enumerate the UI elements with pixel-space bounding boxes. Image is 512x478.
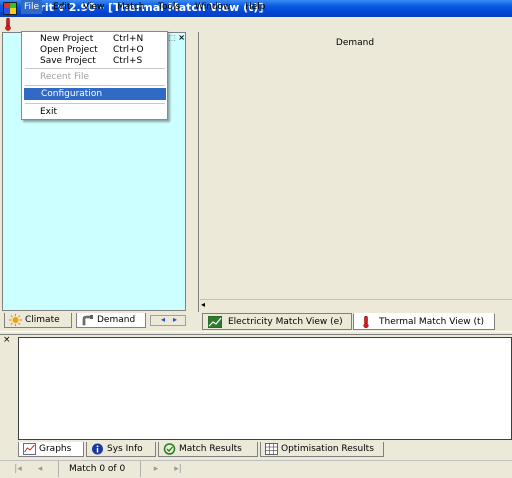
tab-graphs[interactable]: Graphs <box>18 442 84 457</box>
status-separator <box>58 461 59 477</box>
graph-icon <box>23 443 36 455</box>
tab-electricity-match-view[interactable]: Electricity Match View (e) <box>202 313 352 330</box>
panel-splitter[interactable] <box>0 331 512 335</box>
arrow-left-icon[interactable]: ◂ <box>161 315 165 324</box>
last-match-icon[interactable]: ▸| <box>172 463 184 475</box>
horizontal-scrollbar[interactable] <box>200 299 512 311</box>
thermometer-icon <box>363 316 369 328</box>
tab-graphs-label: Graphs <box>39 444 72 454</box>
pin-icon[interactable]: ⬚ <box>168 33 176 42</box>
close-icon[interactable]: × <box>3 336 11 345</box>
info-icon <box>92 443 103 455</box>
tab-demand-label: Demand <box>97 315 136 325</box>
tab-match-results-label: Match Results <box>179 444 242 454</box>
menu-item-recent-file[interactable]: Recent File <box>23 71 166 83</box>
app-icon[interactable] <box>3 2 17 15</box>
table-icon <box>265 443 278 455</box>
tab-electricity-label: Electricity Match View (e) <box>228 317 343 327</box>
match-results-icon <box>163 443 176 455</box>
tab-thermal-match-view[interactable]: Thermal Match View (t) <box>353 313 495 330</box>
view-tabs: Electricity Match View (e) Thermal Match… <box>198 313 512 331</box>
arrow-right-icon[interactable]: ▸ <box>173 315 177 324</box>
menu-item-label: Save Project <box>40 56 96 66</box>
menu-separator <box>25 103 165 104</box>
menu-separator <box>25 68 165 69</box>
menu-item-save-project[interactable]: Save Project Ctrl+S <box>23 55 166 67</box>
tab-sys-info[interactable]: Sys Info <box>86 442 156 457</box>
menu-item-shortcut: Ctrl+S <box>113 56 143 66</box>
tab-optimisation-results[interactable]: Optimisation Results <box>260 442 384 457</box>
menu-bar <box>0 17 512 31</box>
menu-help[interactable]: Help <box>242 0 269 14</box>
menu-window[interactable]: Window <box>192 0 234 14</box>
output-panel[interactable] <box>18 337 512 440</box>
menu-file[interactable]: File <box>21 0 43 14</box>
tab-thermal-label: Thermal Match View (t) <box>379 317 485 327</box>
tab-match-results[interactable]: Match Results <box>158 442 258 457</box>
tab-optimisation-label: Optimisation Results <box>281 444 374 454</box>
scroll-left-icon[interactable]: ◂ <box>201 300 211 310</box>
tab-scroll-arrows[interactable]: ◂ ▸ <box>150 315 186 326</box>
tab-sys-info-label: Sys Info <box>107 444 143 454</box>
tab-climate-label: Climate <box>25 315 60 325</box>
status-separator <box>140 461 141 477</box>
menu-separator <box>25 85 165 86</box>
menu-item-label: Exit <box>40 107 58 117</box>
next-match-icon[interactable]: ▸ <box>150 463 162 475</box>
previous-match-icon[interactable]: ◂ <box>34 463 46 475</box>
electricity-chart-icon <box>208 316 222 328</box>
tap-icon <box>82 315 93 326</box>
first-match-icon[interactable]: |◂ <box>12 463 24 475</box>
output-tabs: Graphs Sys Info Match Results Optimisati… <box>18 442 512 457</box>
thermometer-icon[interactable] <box>2 17 14 31</box>
close-icon[interactable]: × <box>178 33 185 42</box>
match-counter: Match 0 of 0 <box>69 464 126 474</box>
sun-icon <box>9 314 22 326</box>
menu-item-configuration[interactable]: Configuration <box>24 88 166 100</box>
menu-match[interactable]: Match <box>114 0 147 14</box>
file-menu-dropdown: New Project Ctrl+N Open Project Ctrl+O S… <box>21 31 168 120</box>
menu-item-exit[interactable]: Exit <box>23 106 166 118</box>
left-pane-controls: ⬚ × <box>165 33 185 42</box>
menu-item-label: Configuration <box>41 89 103 99</box>
view-title: Demand <box>335 38 375 48</box>
menu-edit[interactable]: Edit <box>50 0 73 14</box>
menu-tools[interactable]: Tools <box>155 0 183 14</box>
match-view-pane[interactable] <box>198 32 512 312</box>
tab-climate[interactable]: Climate <box>4 313 72 328</box>
menu-item-label: Recent File <box>40 72 90 82</box>
tab-demand[interactable]: Demand <box>76 313 146 328</box>
menu-view[interactable]: View <box>80 0 107 14</box>
